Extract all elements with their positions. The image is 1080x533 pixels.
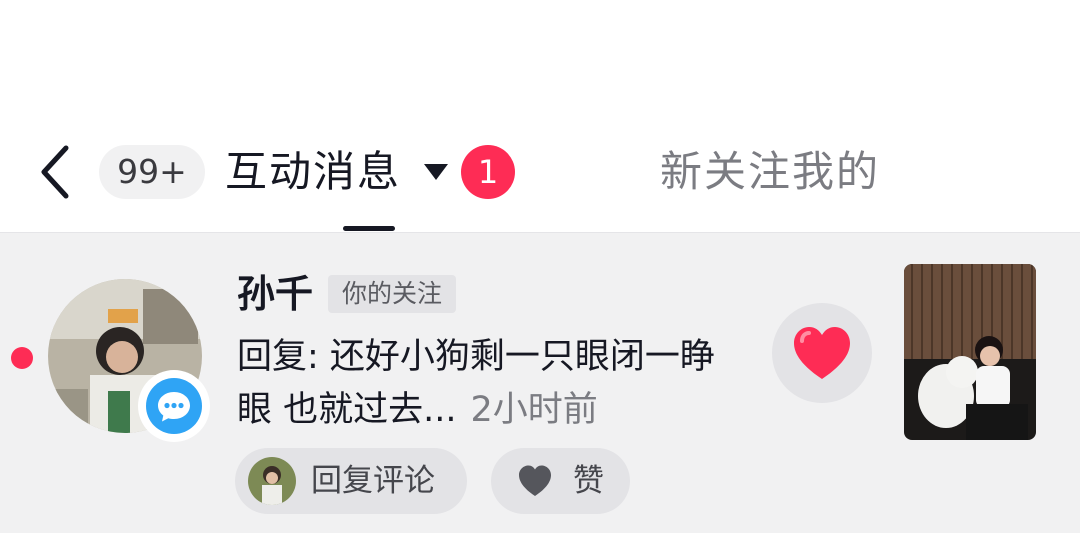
tab-new-followers[interactable]: 新关注我的 bbox=[660, 142, 880, 202]
chat-bubble-icon bbox=[158, 392, 190, 422]
notification-item[interactable]: 孙千 你的关注 回复: 还好小狗剩一只眼闭一睁眼 也就过去... 2小时前 回复… bbox=[0, 233, 1080, 533]
like-comment-button[interactable]: 赞 bbox=[491, 448, 630, 514]
unread-count-badge[interactable]: 99+ bbox=[99, 145, 205, 199]
relation-tag: 你的关注 bbox=[328, 275, 457, 313]
back-button[interactable] bbox=[36, 144, 80, 200]
heart-outline-icon bbox=[519, 465, 551, 496]
video-thumbnail[interactable] bbox=[904, 264, 1036, 440]
caret-down-icon[interactable] bbox=[424, 164, 448, 180]
thumbnail-image bbox=[904, 264, 1036, 440]
tab-interactions-badge: 1 bbox=[461, 145, 515, 199]
timestamp: 2小时前 bbox=[470, 390, 598, 430]
chat-badge bbox=[138, 370, 210, 442]
reply-comment-label: 回复评论 bbox=[311, 463, 435, 499]
like-comment-label: 赞 bbox=[573, 463, 604, 499]
my-avatar bbox=[248, 457, 296, 505]
reply-content[interactable]: 回复: 还好小狗剩一只眼闭一睁眼 也就过去... 2小时前 bbox=[237, 331, 747, 437]
tab-interactions[interactable]: 互动消息 bbox=[225, 142, 401, 202]
unread-dot bbox=[11, 347, 33, 369]
like-button[interactable] bbox=[772, 303, 872, 403]
chevron-left-icon bbox=[41, 145, 69, 199]
heart-icon bbox=[794, 327, 850, 379]
header: 99+ 互动消息 1 新关注我的 bbox=[0, 0, 1080, 232]
username[interactable]: 孙千 bbox=[237, 269, 313, 319]
active-tab-indicator bbox=[343, 226, 395, 231]
notification-page: 99+ 互动消息 1 新关注我的 孙千 你的关注 回复: 还好小狗剩一只眼闭一睁… bbox=[0, 0, 1080, 533]
reply-comment-button[interactable]: 回复评论 bbox=[235, 448, 467, 514]
